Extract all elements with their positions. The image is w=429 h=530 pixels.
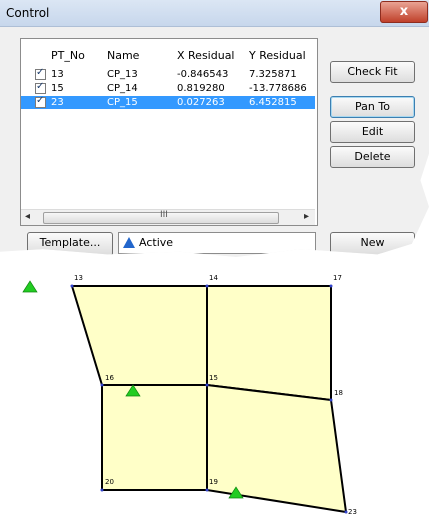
point-label-17: 17 <box>333 274 342 282</box>
vertex-19[interactable] <box>205 488 209 492</box>
point-label-16: 16 <box>105 374 114 382</box>
vertex-14[interactable] <box>205 284 209 288</box>
cell-pt-no: 13 <box>51 69 64 80</box>
table-row[interactable]: 15 CP_14 0.819280 -13.778686 <box>21 81 315 95</box>
vertex-13[interactable] <box>70 284 74 288</box>
point-label-23: 23 <box>348 508 357 516</box>
column-header-pt-no[interactable]: PT_No <box>51 49 85 62</box>
cell-x-residual: -0.846543 <box>177 69 229 80</box>
table-row[interactable]: 13 CP_13 -0.846543 7.325871 <box>21 67 315 81</box>
dialog-title: Control <box>6 6 50 20</box>
active-symbol-box[interactable]: Active <box>118 232 316 254</box>
cell-y-residual: 7.325871 <box>249 69 297 80</box>
check-fit-button[interactable]: Check Fit <box>330 61 415 83</box>
delete-button[interactable]: Delete <box>330 146 415 168</box>
scroll-thumb[interactable]: III <box>43 210 279 224</box>
parcel-bottom-left[interactable] <box>101 384 208 491</box>
map-canvas[interactable]: 13 14 17 16 15 18 20 19 23 <box>0 268 429 530</box>
title-bar: Control x <box>0 0 429 27</box>
new-button[interactable]: New <box>330 232 415 256</box>
control-dialog-clip: Control x PT_No Name X Residual Y Residu… <box>0 0 429 258</box>
active-label: Active <box>139 236 174 249</box>
vertex-18[interactable] <box>329 398 333 402</box>
row-checkbox[interactable] <box>35 81 46 94</box>
control-points-table[interactable]: PT_No Name X Residual Y Residual 13 CP_1… <box>20 38 318 226</box>
cell-x-residual: 0.819280 <box>177 83 225 94</box>
cell-name: CP_15 <box>107 97 138 108</box>
scroll-grip-icon: III <box>160 210 168 220</box>
horizontal-scrollbar[interactable]: ◂ III ▸ <box>21 209 315 225</box>
cell-pt-no: 15 <box>51 83 64 94</box>
triangle-icon <box>123 237 135 248</box>
point-label-15: 15 <box>209 374 218 382</box>
point-label-14: 14 <box>209 274 218 282</box>
point-label-18: 18 <box>334 389 343 397</box>
cell-name: CP_14 <box>107 83 138 94</box>
column-header-x-residual[interactable]: X Residual <box>177 49 235 62</box>
row-checkbox[interactable] <box>35 95 46 108</box>
template-button[interactable]: Template... <box>27 232 113 256</box>
cell-name: CP_13 <box>107 69 138 80</box>
parcel-bottom-right[interactable] <box>206 383 348 514</box>
point-label-20: 20 <box>105 478 114 486</box>
column-header-y-residual[interactable]: Y Residual <box>249 49 306 62</box>
parcel-top-left[interactable] <box>70 285 208 386</box>
vertex-17[interactable] <box>329 284 333 288</box>
row-checkbox[interactable] <box>35 67 46 80</box>
cell-y-residual: 6.452815 <box>249 97 297 108</box>
cell-pt-no: 23 <box>51 97 64 108</box>
control-point-marker-icon[interactable] <box>22 280 38 293</box>
scroll-left-arrow-icon[interactable]: ◂ <box>25 211 30 222</box>
control-dialog: Control x PT_No Name X Residual Y Residu… <box>0 0 429 258</box>
table-row-selected[interactable]: 23 CP_15 0.027263 6.452815 <box>21 95 315 109</box>
vertex-20[interactable] <box>100 488 104 492</box>
edit-button[interactable]: Edit <box>330 121 415 143</box>
column-header-name[interactable]: Name <box>107 49 139 62</box>
point-label-19: 19 <box>209 478 218 486</box>
point-label-13: 13 <box>74 274 83 282</box>
cell-x-residual: 0.027263 <box>177 97 225 108</box>
cell-y-residual: -13.778686 <box>249 83 307 94</box>
close-button[interactable]: x <box>380 1 428 23</box>
parcel-top-right[interactable] <box>206 285 332 402</box>
vertex-16[interactable] <box>100 383 104 387</box>
vertex-15[interactable] <box>205 383 209 387</box>
pan-to-button[interactable]: Pan To <box>330 96 415 118</box>
scroll-right-arrow-icon[interactable]: ▸ <box>304 211 309 222</box>
